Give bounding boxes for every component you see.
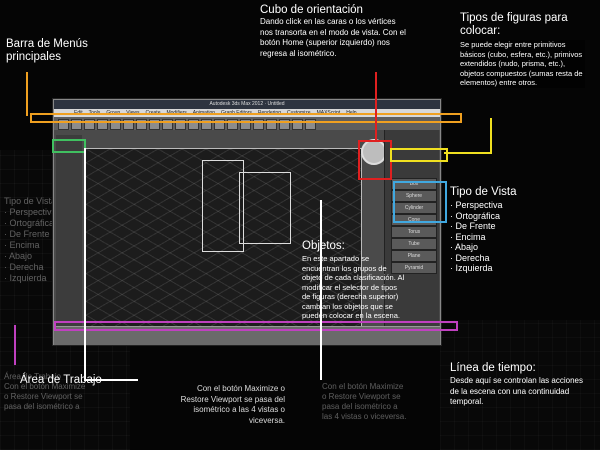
menu-bar-leader (26, 72, 28, 116)
ghost-maximize-text: Con el botón Maximize o Restore Viewport… (322, 382, 407, 421)
view-type-item: · Encima (450, 231, 486, 242)
work-area-title: Área de Trabajo (20, 374, 102, 386)
shape-types-highlight (390, 148, 448, 162)
shape-types-description: Se puede elegir entre primitivos básicos… (460, 40, 585, 88)
view-type-block: Tipo de Vista · Perspectiva · Ortográfic… (450, 186, 570, 274)
view-type-item: · Perspectiva (450, 200, 503, 210)
view-type-item: · De Frente (450, 221, 496, 231)
left-panel (56, 135, 82, 335)
view-type-highlight (393, 181, 447, 223)
timeline-highlight (54, 321, 458, 331)
menu-bar-label: Barra de Menús principales (6, 38, 88, 63)
viewcube-description: Dando click en las caras o los vértices … (260, 17, 406, 58)
view-type-item: · Abajo (450, 242, 479, 252)
view-type-item: · Izquierda (450, 263, 493, 273)
viewcube-leader (375, 72, 377, 140)
viewcube-highlight (358, 140, 392, 180)
object-frame (202, 160, 244, 252)
work-area-leader (84, 148, 86, 380)
ghost-view-list: Tipo de Vista · Perspectiva · Ortográfic… (4, 196, 57, 283)
window-title: Autodesk 3ds Max 2012 · Untitled (54, 100, 440, 109)
view-type-item: · Ortográfica (450, 210, 501, 221)
shape-types-leader (444, 152, 492, 154)
menu-bar-highlight (30, 113, 462, 123)
view-type-title: Tipo de Vista (450, 186, 517, 198)
objects-description: En este apartado se encuentran los grupo… (302, 254, 405, 320)
shape-types-leader (490, 118, 492, 154)
timeline-title: Línea de tiempo: (450, 362, 536, 374)
viewcube-title: Cubo de orientación (260, 4, 363, 16)
shape-types-title: Tipos de figuras para colocar: (460, 12, 568, 37)
timeline-description: Desde aquí se controlan las acciones de … (450, 376, 583, 406)
left-panel-highlight (52, 139, 86, 153)
panel-row[interactable]: Torus (391, 226, 437, 238)
maximize-description: Con el botón Maximize o Restore Viewport… (180, 384, 285, 425)
timeline-leader (14, 325, 16, 365)
objects-title: Objetos: (302, 240, 345, 252)
object-frame (239, 172, 291, 244)
view-type-item: · Derecha (450, 252, 490, 263)
